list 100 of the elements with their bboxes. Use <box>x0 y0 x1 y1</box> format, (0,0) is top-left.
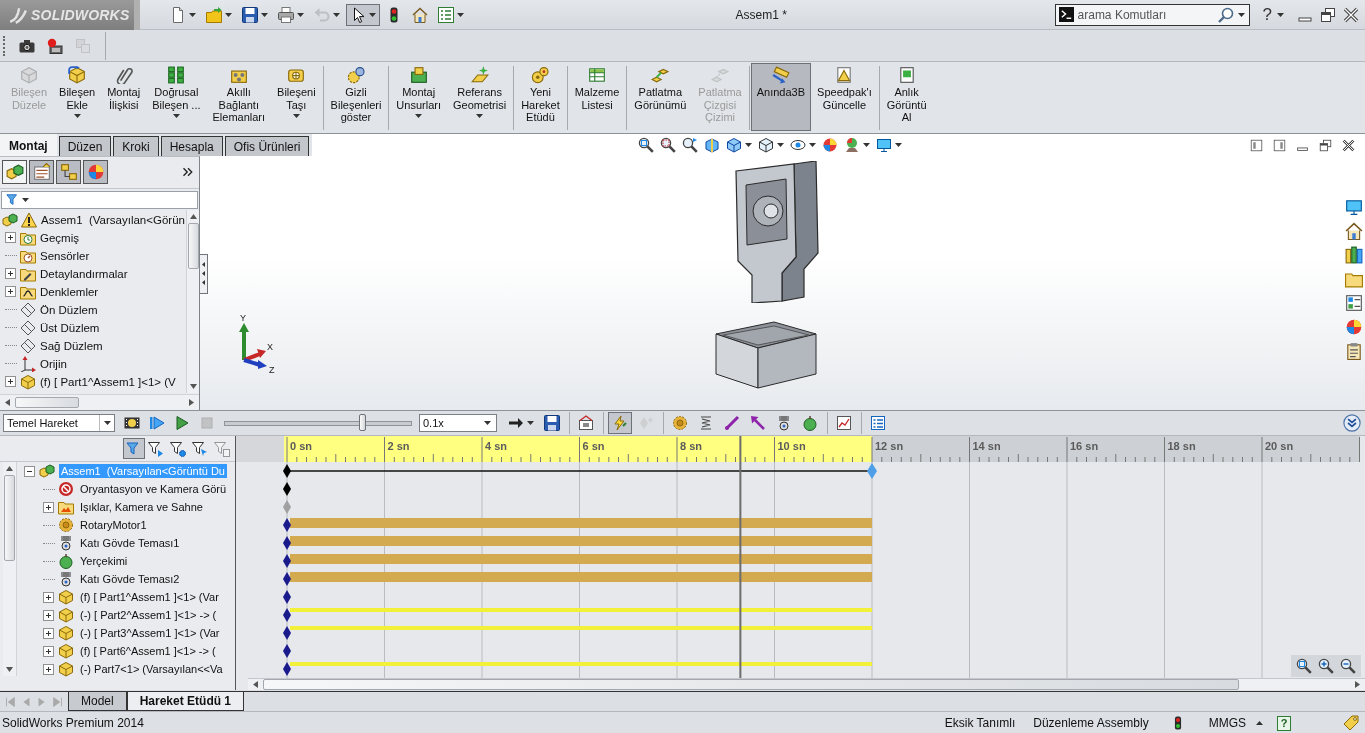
ruler-segment[interactable] <box>482 436 580 462</box>
keypoint-icon[interactable] <box>283 644 291 658</box>
scroll-down-icon[interactable] <box>6 666 13 673</box>
scroll-down-icon[interactable] <box>189 383 197 391</box>
search-icon[interactable] <box>1217 6 1234 23</box>
speed-dropdown[interactable]: 0.1x <box>419 414 497 432</box>
ribbon-button[interactable]: Malzeme Listesi <box>568 63 626 131</box>
expander-icon[interactable] <box>43 501 54 513</box>
tree-item[interactable]: Denklemler <box>40 285 99 298</box>
ribbon-button[interactable]: Speedpak'ı Güncelle <box>811 63 878 131</box>
collapse-chevron-icon[interactable] <box>1343 414 1361 432</box>
tree-item[interactable]: RotaryMotor1 <box>78 518 149 532</box>
keypoint-icon[interactable] <box>283 464 291 478</box>
panel-tab[interactable] <box>83 160 108 185</box>
command-tab[interactable]: Düzen <box>58 136 112 156</box>
color-wheel-icon[interactable] <box>822 137 838 153</box>
swatch-list-icon[interactable] <box>1344 294 1363 312</box>
expander-icon[interactable] <box>5 268 16 280</box>
keypoint-icon[interactable] <box>283 572 291 586</box>
tree-item[interactable]: Katı Gövde Teması1 <box>78 536 182 550</box>
ribbon-button[interactable]: Akıllı Bağlantı Elemanları <box>206 63 272 131</box>
restore-icon[interactable] <box>1319 138 1332 152</box>
ribbon-button[interactable]: Montaj İlişkisi <box>101 63 147 131</box>
keypoint-icon[interactable] <box>283 554 291 568</box>
zoom-area-icon[interactable] <box>660 137 676 153</box>
keypoint-icon[interactable] <box>283 536 291 550</box>
time-cursor[interactable] <box>739 436 742 678</box>
vertical-scrollbar[interactable] <box>186 209 199 394</box>
scroll-up-icon[interactable] <box>6 465 13 472</box>
expander-icon[interactable] <box>5 376 16 388</box>
close-icon[interactable] <box>1343 6 1359 23</box>
tree-item[interactable]: (f) [ Part6^Assem1 ]<1> -> ( <box>78 644 218 658</box>
books-icon[interactable] <box>1344 246 1363 264</box>
tree-item[interactable]: (-) [ Part3^Assem1 ]<1> (Var <box>78 626 222 640</box>
scrollbar-thumb[interactable] <box>15 397 79 409</box>
zoom-fit-icon[interactable] <box>1296 658 1312 674</box>
expander-icon[interactable] <box>5 286 16 298</box>
keypoint-icon[interactable] <box>283 482 291 496</box>
ruler-segment[interactable] <box>774 436 872 462</box>
ribbon-button[interactable]: Referans Geometrisi <box>447 63 513 131</box>
house-icon[interactable] <box>1344 222 1363 240</box>
ruler-segment[interactable] <box>677 436 775 462</box>
command-tab[interactable]: Montaj <box>0 134 57 156</box>
keypoint-icon[interactable] <box>283 590 291 604</box>
clipboard-icon[interactable] <box>1344 342 1363 360</box>
scrollbar-thumb[interactable] <box>4 475 15 561</box>
tree-item[interactable]: Üst Düzlem <box>40 321 100 334</box>
tree-item[interactable]: Yerçekimi <box>78 554 130 568</box>
horizontal-scrollbar[interactable] <box>0 394 199 410</box>
color-wheel-icon[interactable] <box>1344 318 1363 336</box>
tree-item[interactable]: (-) [ Part2^Assem1 ]<1> -> ( <box>78 608 219 622</box>
ruler-segment[interactable] <box>969 436 1067 462</box>
ruler-segment[interactable] <box>384 436 482 462</box>
zoom-flag-icon[interactable] <box>682 137 698 153</box>
tree-item[interactable]: Katı Gövde Teması2 <box>78 572 182 586</box>
help-button[interactable]: ? <box>1277 715 1291 731</box>
scroll-left-icon[interactable] <box>252 681 259 688</box>
ribbon-button[interactable]: Gizli Bileşenleri göster <box>324 63 388 131</box>
keypoint-icon[interactable] <box>283 662 291 676</box>
monitor-icon[interactable] <box>1344 198 1363 216</box>
study-type-dropdown[interactable]: Temel Hareket <box>3 414 115 432</box>
ribbon-button[interactable]: Yeni Hareket Etüdü <box>515 63 566 131</box>
folder-icon[interactable] <box>1344 270 1363 288</box>
zoom-in-icon[interactable] <box>1318 658 1334 674</box>
cube-outline-icon[interactable] <box>758 137 774 153</box>
command-tab[interactable]: Hesapla <box>160 136 223 156</box>
scroll-left-icon[interactable] <box>4 399 11 407</box>
tree-item[interactable]: Assem1 (Varsayılan<Görün <box>41 213 185 226</box>
tree-item[interactable]: Geçmiş <box>40 231 79 244</box>
ruler-segment[interactable] <box>579 436 677 462</box>
tree-item[interactable]: (f) [ Part1^Assem1 ]<1> (Var <box>78 590 221 604</box>
ribbon-button[interactable]: Patlatma Görünümü <box>628 63 693 131</box>
ruler-segment[interactable] <box>1262 436 1360 462</box>
panel-collapse-handle[interactable] <box>200 254 208 294</box>
zoom-out-icon[interactable] <box>1340 658 1356 674</box>
ribbon-button[interactable]: Doğrusal Bileşen ... <box>146 63 207 131</box>
panel-tab[interactable] <box>29 160 54 185</box>
tile-vertical-icon[interactable] <box>1273 138 1286 152</box>
tree-item[interactable]: Işıklar, Kamera ve Sahne <box>78 500 205 514</box>
tag-icon[interactable] <box>1343 715 1359 731</box>
sectioned-cube-icon[interactable] <box>704 137 720 153</box>
tree-item[interactable]: (f) [ Part1^Assem1 ]<1> (V <box>40 375 176 388</box>
command-tab[interactable]: Kroki <box>113 136 159 156</box>
keypoint-icon[interactable] <box>283 626 291 640</box>
vertical-scrollbar[interactable] <box>3 462 17 676</box>
help-button[interactable]: ? <box>1259 4 1287 25</box>
panel-tab[interactable] <box>2 160 27 185</box>
scrollbar-thumb[interactable] <box>187 222 199 269</box>
ribbon-button[interactable]: Anında3B <box>750 63 812 131</box>
command-tab[interactable]: Ofis Ürünleri <box>224 136 310 156</box>
expander-icon[interactable] <box>43 663 54 675</box>
tree-item[interactable]: (-) Part7<1> (Varsayılan<<Va <box>78 662 225 676</box>
expander-icon[interactable] <box>43 591 54 603</box>
expander-icon[interactable] <box>43 645 54 657</box>
ruler-segment[interactable] <box>1067 436 1165 462</box>
scroll-up-icon[interactable] <box>189 212 197 220</box>
zoom-fit-icon[interactable] <box>638 137 654 153</box>
view-cube-icon[interactable] <box>726 137 742 153</box>
expander-icon[interactable] <box>43 609 54 621</box>
ribbon-button[interactable]: Bileşeni Taşı <box>271 63 322 131</box>
